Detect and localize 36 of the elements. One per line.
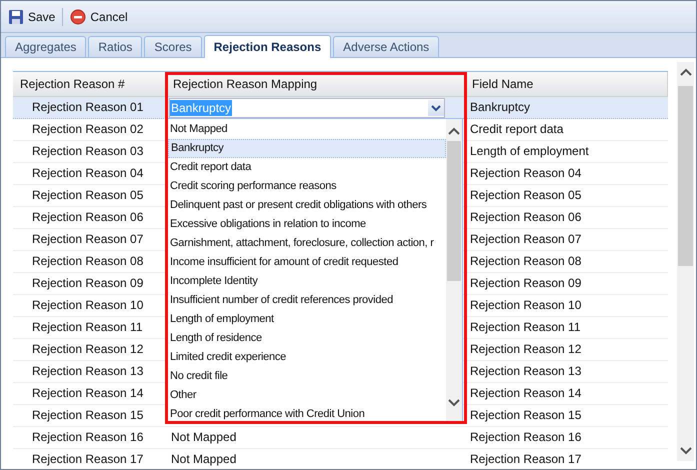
tab[interactable]: Rejection Reasons [204, 35, 332, 58]
table-row[interactable]: Rejection Reason 17 Not Mapped Rejection Reason 17 [13, 449, 668, 469]
list-option[interactable]: Poor credit performance with Credit Union [168, 405, 446, 421]
list-option[interactable]: Other [168, 386, 446, 405]
list-option[interactable]: Bankruptcy [168, 139, 446, 158]
scrollbar[interactable] [677, 62, 694, 461]
scrollbar[interactable] [446, 119, 462, 421]
list-option[interactable]: Limited credit experience [168, 348, 446, 367]
scroll-up-icon[interactable] [448, 127, 460, 135]
list-option[interactable]: Credit scoring performance reasons [168, 177, 446, 196]
list-option[interactable]: Not Mapped [168, 120, 446, 139]
list-option[interactable]: No credit file [168, 367, 446, 386]
tab[interactable]: Scores [144, 36, 202, 57]
tab[interactable]: Aggregates [5, 36, 86, 57]
column-header[interactable]: Field Name [465, 72, 668, 96]
scroll-down-icon[interactable] [680, 447, 692, 455]
chevron-down-icon[interactable] [428, 100, 444, 116]
table-row[interactable]: Rejection Reason 01 Bankruptcy Bankruptcy [13, 97, 668, 119]
scroll-up-icon[interactable] [680, 68, 692, 76]
list-option[interactable]: Incomplete Identity [168, 272, 446, 291]
list-option[interactable]: Insufficient number of credit references provided [168, 291, 446, 310]
list-option[interactable]: Garnishment, attachment, foreclosure, collection action, r [168, 234, 446, 253]
table-row[interactable]: Rejection Reason 16 Not Mapped Rejection Reason 16 [13, 427, 668, 449]
list-option[interactable]: Length of employment [168, 310, 446, 329]
cancel-button[interactable]: Cancel [67, 6, 131, 26]
column-header[interactable]: Rejection Reason # [13, 72, 166, 96]
list-option[interactable]: Credit report data [168, 158, 446, 177]
cancel-icon [70, 8, 86, 24]
list-option[interactable]: Delinquent past or present credit obligations with others [168, 196, 446, 215]
list-option[interactable]: Income insufficient for amount of credit requested [168, 253, 446, 272]
save-button[interactable]: Save [5, 6, 58, 26]
scroll-down-icon[interactable] [448, 399, 460, 407]
list-option[interactable]: Length of residence [168, 329, 446, 348]
tab[interactable]: Ratios [88, 36, 142, 57]
tab[interactable]: Adverse Actions [333, 36, 440, 57]
column-header[interactable]: Rejection Reason Mapping [166, 72, 465, 96]
